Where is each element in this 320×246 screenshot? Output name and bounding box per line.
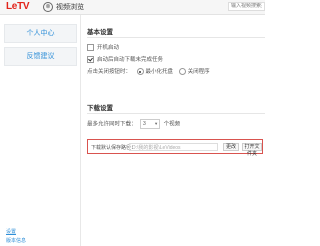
auto-resume-option[interactable]: 启动后自动下载未完成任务	[87, 55, 164, 64]
sidebar: 个人中心 反馈建议 设置 版本信息	[0, 15, 81, 246]
search-input[interactable]	[228, 2, 265, 11]
change-path-button[interactable]: 更改	[223, 143, 239, 151]
section-title-download: 下载设置	[87, 105, 113, 112]
settings-panel: 基本设置 开机启动 启动后自动下载未完成任务 点击关闭按钮时： 最小化托盘 关闭…	[81, 15, 265, 246]
max-downloads-select[interactable]: 3 ▼	[140, 119, 161, 129]
close-behavior-label: 点击关闭按钮时：	[87, 69, 132, 75]
auto-resume-label: 启动后自动下载未完成任务	[97, 57, 164, 63]
radio-minimize-tray-label: 最小化托盘	[145, 69, 174, 75]
sidebar-link-settings[interactable]: 设置	[6, 228, 16, 235]
download-path-row: 下载默认保存路径： D:\我的影视\LeVideos 更改 打开文件夹	[87, 139, 263, 157]
max-downloads-row: 最多允许同时下载： 3 ▼ 个视频	[87, 119, 180, 129]
video-browse-icon[interactable]: ⊗	[43, 2, 53, 12]
letv-logo: LeTV	[6, 1, 30, 12]
autostart-checkbox[interactable]	[87, 44, 94, 52]
chevron-down-icon: ▼	[154, 121, 159, 126]
radio-minimize-tray[interactable]	[136, 68, 144, 76]
radio-close-program[interactable]	[178, 68, 186, 76]
title-bar: LeTV ⊗ 视频浏览	[0, 0, 265, 15]
divider	[87, 37, 265, 38]
autostart-label: 开机启动	[97, 45, 120, 51]
radio-close-program-label: 关闭程序	[187, 69, 210, 75]
open-folder-button[interactable]: 打开文件夹	[242, 143, 262, 157]
auto-resume-checkbox[interactable]	[87, 56, 94, 64]
max-downloads-value: 3	[143, 121, 146, 127]
sidebar-item-personal-center[interactable]: 个人中心	[4, 24, 77, 43]
tab-video-browse[interactable]: 视频浏览	[56, 2, 84, 12]
sidebar-item-feedback[interactable]: 反馈建议	[4, 47, 77, 66]
section-title-basic: 基本设置	[87, 29, 113, 36]
close-behavior-row: 点击关闭按钮时： 最小化托盘 关闭程序	[87, 67, 210, 76]
sidebar-link-version-info[interactable]: 版本信息	[6, 237, 26, 244]
max-downloads-unit: 个视频	[163, 121, 181, 128]
max-downloads-label: 最多允许同时下载：	[87, 121, 137, 128]
autostart-option[interactable]: 开机启动	[87, 43, 120, 52]
download-path-field[interactable]: D:\我的影视\LeVideos	[129, 143, 218, 151]
divider	[87, 113, 265, 114]
